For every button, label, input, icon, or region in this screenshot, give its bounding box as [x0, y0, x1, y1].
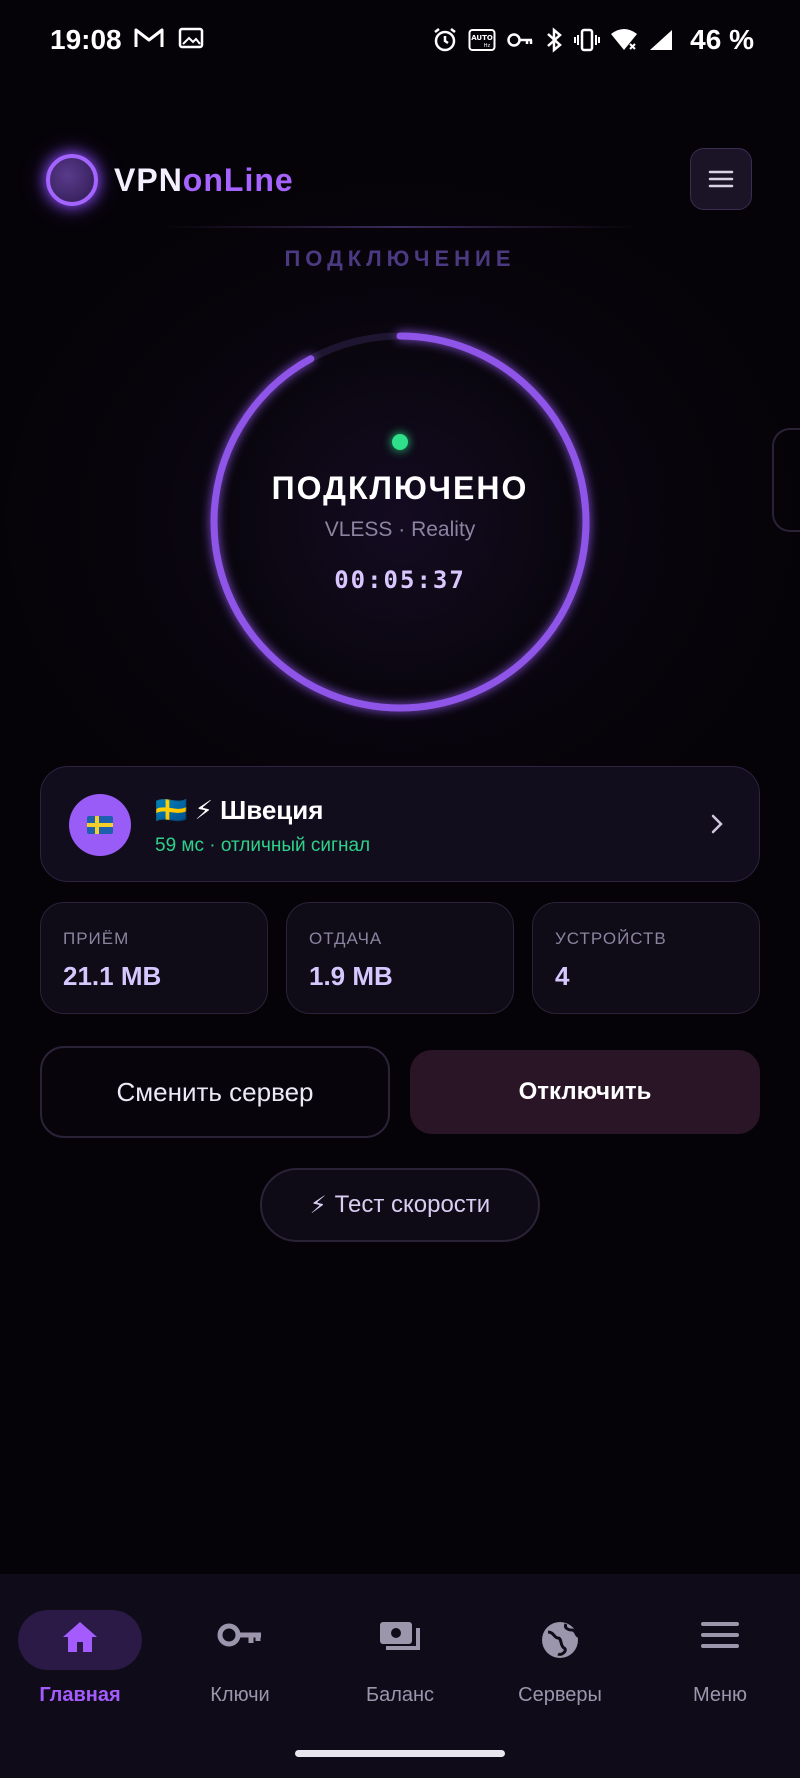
- connected-status-dot: [392, 434, 408, 450]
- logo-online-text: onLine: [182, 162, 294, 198]
- signal-icon: [650, 30, 673, 50]
- server-flag-avatar: [69, 794, 131, 856]
- home-icon: [63, 1622, 97, 1652]
- globe-icon: [542, 1622, 579, 1658]
- menu-icon: [701, 1622, 739, 1648]
- system-icons: AUTO Hz 46 %: [432, 24, 754, 56]
- sweden-flag-icon: [87, 816, 113, 834]
- stat-value: 1.9 MB: [309, 961, 393, 991]
- side-drawer-handle[interactable]: [772, 428, 800, 532]
- nav-label: Меню: [692, 1684, 748, 1706]
- stat-card-sent: ОТДАЧА 1.9 MB: [286, 902, 514, 1014]
- stat-card-devices: УСТРОЙСТВ 4: [532, 902, 760, 1014]
- alarm-icon: [434, 28, 456, 52]
- stat-label: ОТДАЧА: [309, 929, 383, 948]
- disconnect-button[interactable]: Отключить: [410, 1050, 760, 1134]
- server-ping-status: 59 мс · отличный сигнал: [155, 835, 371, 856]
- stat-label: УСТРОЙСТВ: [555, 929, 667, 948]
- change-server-button[interactable]: Сменить сервер: [40, 1046, 390, 1138]
- nav-label: Баланс: [365, 1684, 435, 1706]
- bottom-navigation: Главная Ключи Баланс Серверы Меню: [0, 1574, 800, 1778]
- vpn-app-screen: 19:08 AUTOHz 46 % VPNonLine ПОДКЛЮЧЕНИЕ: [0, 0, 800, 1778]
- wallet-icon: [380, 1622, 420, 1650]
- section-title: ПОДКЛЮЧЕНИЕ: [284, 246, 516, 271]
- vpn-key-icon: [507, 33, 533, 47]
- gallery-icon: [178, 27, 204, 49]
- hamburger-menu-button[interactable]: [690, 148, 752, 210]
- gmail-icon: [134, 28, 164, 47]
- nav-label: Главная: [39, 1684, 121, 1706]
- chevron-right-icon: [711, 814, 723, 834]
- connection-protocol: VLESS · Reality: [324, 518, 476, 541]
- battery-level: 46 %: [690, 24, 754, 55]
- app-header: VPNonLine: [40, 140, 752, 220]
- nav-item-balance[interactable]: Баланс: [320, 1604, 480, 1714]
- stat-label: ПРИЁМ: [63, 929, 130, 948]
- server-name: 🇸🇪 ⚡ Швеция: [155, 795, 324, 825]
- nav-label: Ключи: [210, 1684, 270, 1706]
- connection-timer: 00:05:37: [334, 566, 466, 594]
- header-divider: [160, 226, 640, 228]
- stat-value: 21.1 MB: [63, 961, 162, 991]
- stat-card-received: ПРИЁМ 21.1 MB: [40, 902, 268, 1014]
- nav-item-keys[interactable]: Ключи: [160, 1604, 320, 1714]
- status-bar: 19:08 AUTO Hz 46 %: [0, 0, 800, 86]
- logo-orb-icon: [46, 154, 98, 206]
- speed-test-button[interactable]: ⚡ Тест скорости: [260, 1168, 540, 1242]
- svg-text:Hz: Hz: [484, 43, 491, 49]
- svg-text:AUTO: AUTO: [471, 34, 493, 42]
- nav-item-servers[interactable]: Серверы: [480, 1604, 640, 1714]
- wifi-icon: [611, 29, 638, 50]
- auto-hz-icon: AUTOHz: [468, 29, 496, 51]
- bluetooth-icon: [547, 27, 563, 53]
- key-icon: [217, 1623, 261, 1647]
- status-time: 19:08: [50, 24, 122, 55]
- connection-status: ПОДКЛЮЧЕНО: [271, 470, 529, 506]
- hamburger-icon: [708, 170, 734, 188]
- server-card[interactable]: 🇸🇪 ⚡ Швеция 59 мс · отличный сигнал: [40, 766, 760, 882]
- lightning-icon: ⚡: [309, 1191, 327, 1219]
- nav-label: Серверы: [518, 1684, 602, 1706]
- vibrate-icon: [574, 28, 601, 52]
- notification-icons: [134, 26, 204, 50]
- logo-vpn-text: VPN: [114, 162, 183, 198]
- app-logo: VPNonLine: [114, 162, 294, 199]
- nav-item-menu[interactable]: Меню: [640, 1604, 800, 1714]
- nav-item-home[interactable]: Главная: [0, 1604, 160, 1714]
- home-indicator[interactable]: [295, 1750, 505, 1757]
- speed-test-label: Тест скорости: [334, 1191, 491, 1218]
- stat-value: 4: [555, 961, 570, 991]
